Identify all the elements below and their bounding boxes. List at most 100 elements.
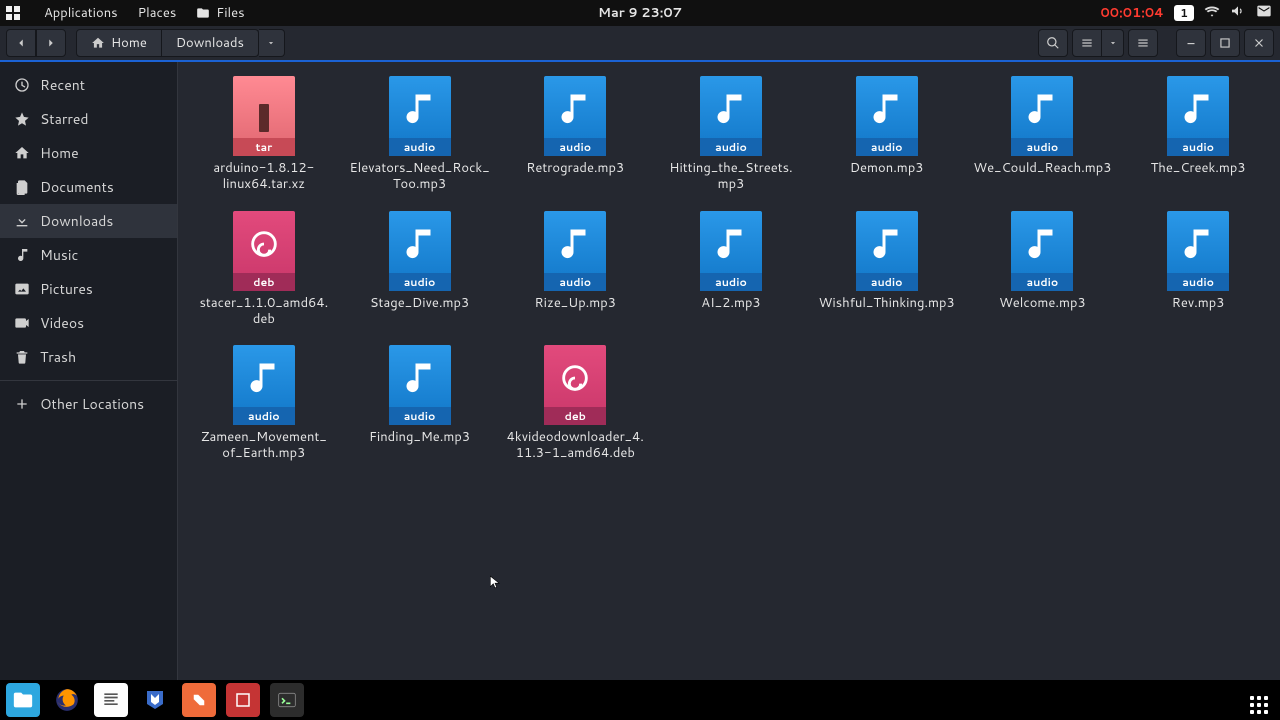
dock-metasploit-icon[interactable] bbox=[138, 683, 172, 717]
volume-icon[interactable] bbox=[1230, 3, 1246, 24]
list-view-button[interactable] bbox=[1072, 29, 1102, 57]
file-name-label: Rev.​mp3 bbox=[1172, 295, 1225, 311]
file-item[interactable]: audioWe_​Could_​Reach.​mp3 bbox=[965, 72, 1121, 193]
maximize-button[interactable] bbox=[1210, 29, 1240, 57]
sidebar-item-pictures[interactable]: Pictures bbox=[0, 272, 177, 306]
places-menu[interactable]: Places bbox=[138, 4, 177, 22]
file-type-badge: audio bbox=[1167, 273, 1229, 291]
files-menu[interactable]: Files bbox=[196, 4, 244, 22]
file-type-badge: audio bbox=[1011, 273, 1073, 291]
sidebar-item-music[interactable]: Music bbox=[0, 238, 177, 272]
archive-file-icon: tar bbox=[233, 76, 295, 156]
clock-icon bbox=[14, 77, 30, 93]
forward-button[interactable] bbox=[36, 29, 66, 57]
path-downloads[interactable]: Downloads bbox=[162, 29, 259, 57]
audio-file-icon: audio bbox=[856, 211, 918, 291]
sidebar-item-starred[interactable]: Starred bbox=[0, 102, 177, 136]
sidebar-item-recent[interactable]: Recent bbox=[0, 68, 177, 102]
hamburger-menu-button[interactable] bbox=[1128, 29, 1158, 57]
trash-icon bbox=[14, 349, 30, 365]
sidebar-separator bbox=[0, 380, 177, 381]
file-item[interactable]: audioAI_​2.​mp3 bbox=[653, 207, 809, 328]
file-item[interactable]: audio Retrograde.​mp3 bbox=[497, 72, 653, 193]
screen-recording-timer[interactable]: 00:01:04 bbox=[1100, 4, 1164, 22]
sidebar-other-locations[interactable]: Other Locations bbox=[0, 387, 177, 421]
dock-texteditor-icon[interactable] bbox=[94, 683, 128, 717]
documents-icon bbox=[14, 179, 30, 195]
file-icon-wrapper: audio bbox=[1165, 72, 1231, 156]
audio-file-icon: audio bbox=[856, 76, 918, 156]
wifi-icon[interactable] bbox=[1204, 3, 1220, 24]
dock-burpsuite-icon[interactable] bbox=[182, 683, 216, 717]
file-item[interactable]: audio Hitting_​the_​Streets.​mp3 bbox=[653, 72, 809, 193]
path-dropdown[interactable] bbox=[259, 29, 285, 57]
file-icon-wrapper: deb bbox=[231, 207, 297, 291]
panel-left: Applications Places Files bbox=[6, 4, 245, 22]
sidebar-item-home[interactable]: Home bbox=[0, 136, 177, 170]
view-options-dropdown[interactable] bbox=[1102, 29, 1124, 57]
system-tray: 00:01:04 1 bbox=[1100, 3, 1272, 24]
audio-file-icon: audio bbox=[389, 76, 451, 156]
file-name-label: stacer_​1.​1.​0_​amd64.​deb bbox=[192, 295, 336, 328]
file-item[interactable]: audioDemon.​mp3 bbox=[809, 72, 965, 193]
audio-file-icon: audio bbox=[544, 211, 606, 291]
file-type-badge: audio bbox=[1011, 138, 1073, 156]
dock-terminal-icon[interactable] bbox=[270, 683, 304, 717]
plus-icon bbox=[14, 396, 30, 412]
dock-cherrytree-icon[interactable] bbox=[226, 683, 260, 717]
sidebar-item-label: Documents bbox=[40, 177, 114, 197]
back-button[interactable] bbox=[6, 29, 36, 57]
file-name-label: AI_​2.​mp3 bbox=[701, 295, 760, 311]
path-home[interactable]: Home bbox=[76, 29, 162, 57]
file-icon-wrapper: audio bbox=[387, 207, 453, 291]
file-item[interactable]: audioWishful_​Thinking.​mp3 bbox=[809, 207, 965, 328]
search-button[interactable] bbox=[1038, 29, 1068, 57]
file-item[interactable]: tararduino-1.​8.​12-linux64.​tar.​xz bbox=[186, 72, 342, 193]
music-icon bbox=[14, 247, 30, 263]
dock-files-icon[interactable] bbox=[6, 683, 40, 717]
file-item[interactable]: audioThe_​Creek.​mp3 bbox=[1120, 72, 1276, 193]
show-applications-icon[interactable] bbox=[1250, 687, 1268, 714]
sidebar-item-label: Videos bbox=[40, 313, 84, 333]
file-type-badge: audio bbox=[544, 138, 606, 156]
file-name-label: Elevators_​Need_​Rock_​Too.​mp3 bbox=[348, 160, 492, 193]
file-name-label: Rize_​Up.​mp3 bbox=[535, 295, 617, 311]
close-button[interactable] bbox=[1244, 29, 1274, 57]
applications-menu[interactable]: Applications bbox=[44, 4, 118, 22]
file-item[interactable]: audioWelcome.​mp3 bbox=[965, 207, 1121, 328]
file-icon-wrapper: audio bbox=[387, 72, 453, 156]
sidebar-item-videos[interactable]: Videos bbox=[0, 306, 177, 340]
file-item[interactable]: audio Elevators_​Need_​Rock_​Too.​mp3 bbox=[342, 72, 498, 193]
activities-icon[interactable] bbox=[6, 6, 20, 20]
minimize-button[interactable] bbox=[1176, 29, 1206, 57]
file-manager-body: Recent Starred Home Documents Downloads Music… bbox=[0, 62, 1280, 680]
clock[interactable]: Mar 9 23:07 bbox=[598, 4, 682, 22]
file-icon-wrapper: audio bbox=[231, 341, 297, 425]
sidebar-item-label: Music bbox=[40, 245, 78, 265]
sidebar-item-downloads[interactable]: Downloads bbox=[0, 204, 177, 238]
audio-file-icon: audio bbox=[1167, 211, 1229, 291]
audio-file-icon: audio bbox=[544, 76, 606, 156]
sidebar-item-label: Home bbox=[40, 143, 79, 163]
sidebar-item-documents[interactable]: Documents bbox=[0, 170, 177, 204]
dock-firefox-icon[interactable] bbox=[50, 683, 84, 717]
file-name-label: Hitting_​the_​Streets.​mp3 bbox=[659, 160, 803, 193]
home-icon bbox=[91, 36, 105, 50]
file-item[interactable]: audioStage_​Dive.​mp3 bbox=[342, 207, 498, 328]
sidebar-item-label: Recent bbox=[40, 75, 85, 95]
file-grid-area[interactable]: tararduino-1.​8.​12-linux64.​tar.​xzaudi… bbox=[178, 62, 1280, 680]
file-item[interactable]: deb stacer_​1.​1.​0_​amd64.​deb bbox=[186, 207, 342, 328]
file-item[interactable]: audio Zameen_​Movement_​of_​Earth.​mp3 bbox=[186, 341, 342, 462]
file-item[interactable]: audio Rev.​mp3 bbox=[1120, 207, 1276, 328]
workspace-indicator[interactable]: 1 bbox=[1174, 5, 1194, 21]
file-type-badge: deb bbox=[233, 273, 295, 291]
file-name-label: Zameen_​Movement_​of_​Earth.​mp3 bbox=[192, 429, 336, 462]
file-item[interactable]: audioFinding_​Me.​mp3 bbox=[342, 341, 498, 462]
file-name-label: Retrograde.​mp3 bbox=[526, 160, 624, 176]
audio-file-icon: audio bbox=[700, 76, 762, 156]
file-item[interactable]: audio Rize_​Up.​mp3 bbox=[497, 207, 653, 328]
sidebar-item-trash[interactable]: Trash bbox=[0, 340, 177, 374]
file-icon-wrapper: audio bbox=[542, 207, 608, 291]
file-item[interactable]: deb4kvideodownloader_​4.​11.​3-1_​amd64.… bbox=[497, 341, 653, 462]
mail-icon[interactable] bbox=[1256, 3, 1272, 24]
